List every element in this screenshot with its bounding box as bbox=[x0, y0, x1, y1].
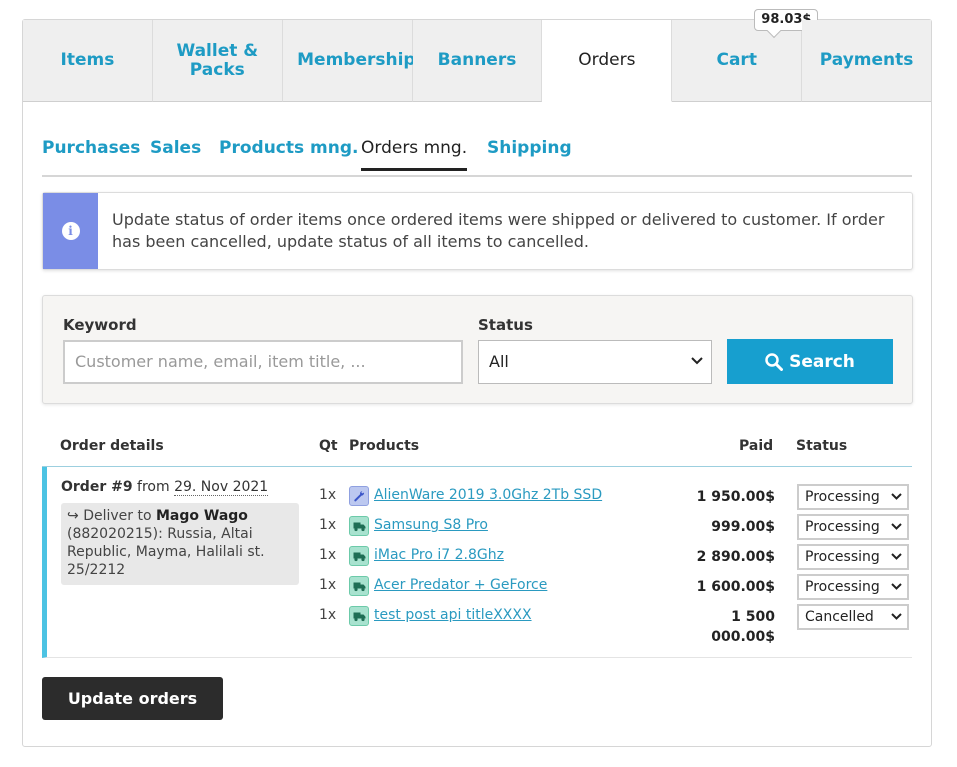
info-icon: i bbox=[61, 222, 80, 240]
item-qt: 1x bbox=[319, 517, 337, 533]
product-link[interactable]: iMac Pro i7 2.8Ghz bbox=[374, 547, 504, 563]
tab-membership[interactable]: Membership bbox=[282, 20, 416, 102]
col-paid: Paid bbox=[739, 438, 774, 454]
info-alert: i Update status of order items once orde… bbox=[42, 192, 913, 270]
item-paid-line: 1 500 bbox=[731, 609, 775, 625]
item-paid: 1 500 000.00$ bbox=[711, 607, 775, 647]
top-tab-bar: Items Wallet & Packs Membership Banners … bbox=[23, 9, 932, 102]
info-alert-text: Update status of order items once ordere… bbox=[112, 210, 885, 251]
subtab-shipping[interactable]: Shipping bbox=[487, 138, 572, 158]
orders-panel: Items Wallet & Packs Membership Banners … bbox=[22, 9, 932, 747]
truck-icon bbox=[349, 546, 369, 566]
tab-label: Orders bbox=[578, 50, 636, 70]
tab-label: Wallet & Packs bbox=[176, 40, 259, 80]
tab-items[interactable]: Items bbox=[23, 20, 153, 102]
wrench-icon bbox=[349, 486, 369, 506]
col-qt: Qt bbox=[319, 438, 338, 454]
item-status-select[interactable]: Processing bbox=[797, 514, 909, 540]
order-item-row: 1x test post api titleXXXX 1 500 000.00$… bbox=[47, 598, 917, 648]
sub-tab-bar: Purchases Sales Products mng. Orders mng… bbox=[42, 132, 912, 177]
truck-icon bbox=[349, 516, 369, 536]
truck-icon bbox=[349, 576, 369, 596]
chevron-down-icon bbox=[891, 553, 902, 560]
status-filter-select[interactable]: All bbox=[478, 340, 712, 384]
order-item-row: 1x AlienWare 2019 3.0Ghz 2Tb SSD 1 950.0… bbox=[47, 478, 917, 510]
item-status-value: Processing bbox=[805, 489, 880, 505]
chevron-down-icon bbox=[891, 613, 902, 620]
product-link[interactable]: AlienWare 2019 3.0Ghz 2Tb SSD bbox=[374, 487, 602, 503]
col-order-details: Order details bbox=[60, 438, 164, 454]
keyword-input[interactable]: Customer name, email, item title, ... bbox=[63, 340, 463, 384]
product-link[interactable]: Samsung S8 Pro bbox=[374, 517, 488, 533]
order-item-row: 1x Acer Predator + GeForce 1 600.00$ Pro… bbox=[47, 568, 917, 600]
col-status: Status bbox=[796, 438, 848, 454]
chevron-down-icon bbox=[891, 493, 902, 500]
subtab-purchases[interactable]: Purchases bbox=[42, 138, 140, 158]
search-panel: Keyword Customer name, email, item title… bbox=[42, 295, 913, 404]
keyword-label: Keyword bbox=[63, 316, 137, 334]
item-status-value: Processing bbox=[805, 519, 880, 535]
item-status-value: Cancelled bbox=[805, 609, 874, 625]
item-status-value: Processing bbox=[805, 549, 880, 565]
tab-label: Banners bbox=[437, 50, 517, 70]
search-icon bbox=[765, 352, 784, 371]
item-paid: 1 950.00$ bbox=[696, 489, 775, 505]
status-filter-value: All bbox=[489, 352, 509, 371]
tab-label: Membership bbox=[297, 50, 416, 70]
update-orders-button[interactable]: Update orders bbox=[42, 677, 223, 720]
item-status-value: Processing bbox=[805, 579, 880, 595]
item-status-select[interactable]: Processing bbox=[797, 574, 909, 600]
info-alert-side: i bbox=[43, 193, 98, 269]
order-item-row: 1x iMac Pro i7 2.8Ghz 2 890.00$ Processi… bbox=[47, 538, 917, 570]
item-paid: 1 600.00$ bbox=[696, 579, 775, 595]
item-qt: 1x bbox=[319, 547, 337, 563]
chevron-down-icon bbox=[691, 357, 703, 365]
tab-label: Items bbox=[60, 50, 115, 70]
subtab-orders-mng[interactable]: Orders mng. bbox=[361, 138, 468, 171]
tab-payments[interactable]: Payments bbox=[802, 20, 932, 102]
item-status-select[interactable]: Processing bbox=[797, 484, 909, 510]
order-row: Order #9 from 29. Nov 2021 ↪ Deliver to … bbox=[42, 467, 912, 658]
item-qt: 1x bbox=[319, 607, 337, 623]
order-item-row: 1x Samsung S8 Pro 999.00$ Processing bbox=[47, 508, 917, 540]
subtab-sales[interactable]: Sales bbox=[150, 138, 201, 158]
tab-cart[interactable]: 98.03$ Cart bbox=[672, 9, 819, 102]
subtab-products-mng[interactable]: Products mng. bbox=[219, 138, 358, 158]
item-status-select[interactable]: Processing bbox=[797, 544, 909, 570]
product-link[interactable]: test post api titleXXXX bbox=[374, 607, 532, 623]
tab-label: Payments bbox=[819, 50, 914, 70]
col-products: Products bbox=[349, 438, 420, 454]
item-status-select[interactable]: Cancelled bbox=[797, 604, 909, 630]
chevron-down-icon bbox=[891, 523, 902, 530]
search-button-label: Search bbox=[789, 351, 855, 372]
item-paid: 999.00$ bbox=[711, 519, 775, 535]
tab-orders[interactable]: Orders bbox=[542, 20, 673, 102]
search-button[interactable]: Search bbox=[727, 339, 893, 384]
tab-wallet-packs[interactable]: Wallet & Packs bbox=[152, 20, 283, 102]
item-qt: 1x bbox=[319, 487, 337, 503]
item-paid: 2 890.00$ bbox=[696, 549, 775, 565]
tab-banners[interactable]: Banners bbox=[412, 20, 543, 102]
tab-label: Cart bbox=[716, 50, 757, 70]
item-qt: 1x bbox=[319, 577, 337, 593]
chevron-down-icon bbox=[891, 583, 902, 590]
item-paid-line: 000.00$ bbox=[711, 629, 775, 645]
product-link[interactable]: Acer Predator + GeForce bbox=[374, 577, 547, 593]
status-label: Status bbox=[478, 316, 533, 334]
truck-icon bbox=[349, 606, 369, 626]
